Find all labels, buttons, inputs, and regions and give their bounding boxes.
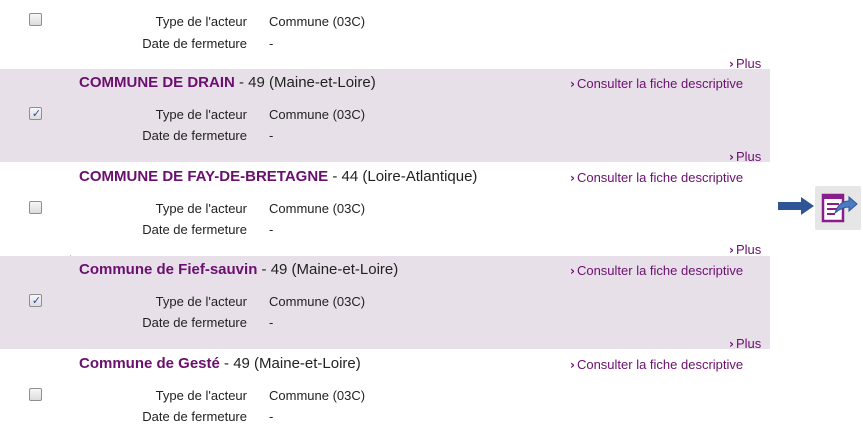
closing-date-label: Date de fermeture [142, 315, 247, 330]
more-link-label: Plus [735, 242, 762, 257]
checkmark-icon: ✓ [31, 294, 42, 307]
chevron-right-icon: › [729, 243, 734, 257]
closing-date-label: Date de fermeture [142, 36, 247, 51]
entry-name[interactable]: Commune de Gesté [79, 355, 220, 372]
result-entry: COMMUNE DE DRAIN - 49 (Maine-et-Loire) ›… [0, 69, 770, 164]
consult-fiche-label: Consulter la fiche descriptive [576, 263, 744, 278]
entry-name[interactable]: COMMUNE DE FAY-DE-BRETAGNE [79, 168, 328, 185]
select-checkbox[interactable]: ✓ [29, 294, 42, 307]
consult-fiche-link[interactable]: › Consulter la fiche descriptive [570, 170, 743, 185]
entry-region: - 49 (Maine-et-Loire) [219, 355, 361, 372]
entry-region: - 44 (Loire-Atlantique) [328, 168, 478, 185]
consult-fiche-label: Consulter la fiche descriptive [576, 170, 744, 185]
result-entry: Type de l'acteur Commune (03C) Date de f… [0, 0, 770, 71]
closing-date-value: - [269, 36, 274, 51]
select-checkbox[interactable]: ✓ [29, 107, 42, 120]
select-checkbox[interactable] [29, 13, 42, 26]
consult-fiche-link[interactable]: › Consulter la fiche descriptive [570, 76, 743, 91]
closing-date-value: - [269, 409, 274, 424]
consult-fiche-label: Consulter la fiche descriptive [576, 357, 744, 372]
checkmark-icon: ✓ [31, 107, 42, 120]
actor-type-value: Commune (03C) [269, 388, 366, 403]
entry-name[interactable]: COMMUNE DE DRAIN [79, 74, 235, 91]
more-link[interactable]: › Plus [729, 242, 761, 257]
select-checkbox[interactable] [29, 201, 42, 214]
export-document-icon[interactable] [815, 186, 861, 230]
result-entry: Commune de Fief-sauvin - 49 (Maine-et-Lo… [0, 256, 770, 351]
closing-date-label: Date de fermeture [142, 128, 247, 143]
actor-type-value: Commune (03C) [269, 14, 366, 29]
closing-date-label: Date de fermeture [142, 222, 247, 237]
actor-type-value: Commune (03C) [269, 294, 366, 309]
entry-title[interactable]: COMMUNE DE DRAIN - 49 (Maine-et-Loire) [79, 74, 376, 91]
chevron-right-icon: › [570, 171, 575, 185]
closing-date-value: - [269, 222, 274, 237]
entry-title[interactable]: Commune de Fief-sauvin - 49 (Maine-et-Lo… [79, 261, 398, 278]
result-entry: COMMUNE DE FAY-DE-BRETAGNE - 44 (Loire-A… [0, 162, 770, 257]
closing-date-value: - [269, 128, 274, 143]
actor-type-label: Type de l'acteur [155, 14, 247, 29]
actor-results-list: Type de l'acteur Commune (03C) Date de f… [0, 0, 772, 428]
chevron-right-icon: › [570, 264, 575, 278]
consult-fiche-label: Consulter la fiche descriptive [576, 76, 744, 91]
closing-date-value: - [269, 315, 274, 330]
entry-title[interactable]: Commune de Gesté - 49 (Maine-et-Loire) [79, 355, 361, 372]
closing-date-label: Date de fermeture [142, 409, 247, 424]
chevron-right-icon: › [570, 358, 575, 372]
entry-region: - 49 (Maine-et-Loire) [234, 74, 376, 91]
actor-type-label: Type de l'acteur [155, 388, 247, 403]
entry-region: - 49 (Maine-et-Loire) [257, 261, 399, 278]
select-checkbox[interactable] [29, 388, 42, 401]
consult-fiche-link[interactable]: › Consulter la fiche descriptive [570, 357, 743, 372]
actor-type-label: Type de l'acteur [155, 107, 247, 122]
consult-fiche-link[interactable]: › Consulter la fiche descriptive [570, 263, 743, 278]
actor-type-label: Type de l'acteur [155, 294, 247, 309]
result-entry: Commune de Gesté - 49 (Maine-et-Loire) ›… [0, 349, 770, 428]
arrow-right-icon [777, 196, 815, 216]
actor-type-label: Type de l'acteur [155, 201, 247, 216]
actor-type-value: Commune (03C) [269, 201, 366, 216]
chevron-right-icon: › [570, 77, 575, 91]
entry-name[interactable]: Commune de Fief-sauvin [79, 261, 257, 278]
actor-type-value: Commune (03C) [269, 107, 366, 122]
entry-title[interactable]: COMMUNE DE FAY-DE-BRETAGNE - 44 (Loire-A… [79, 168, 477, 185]
